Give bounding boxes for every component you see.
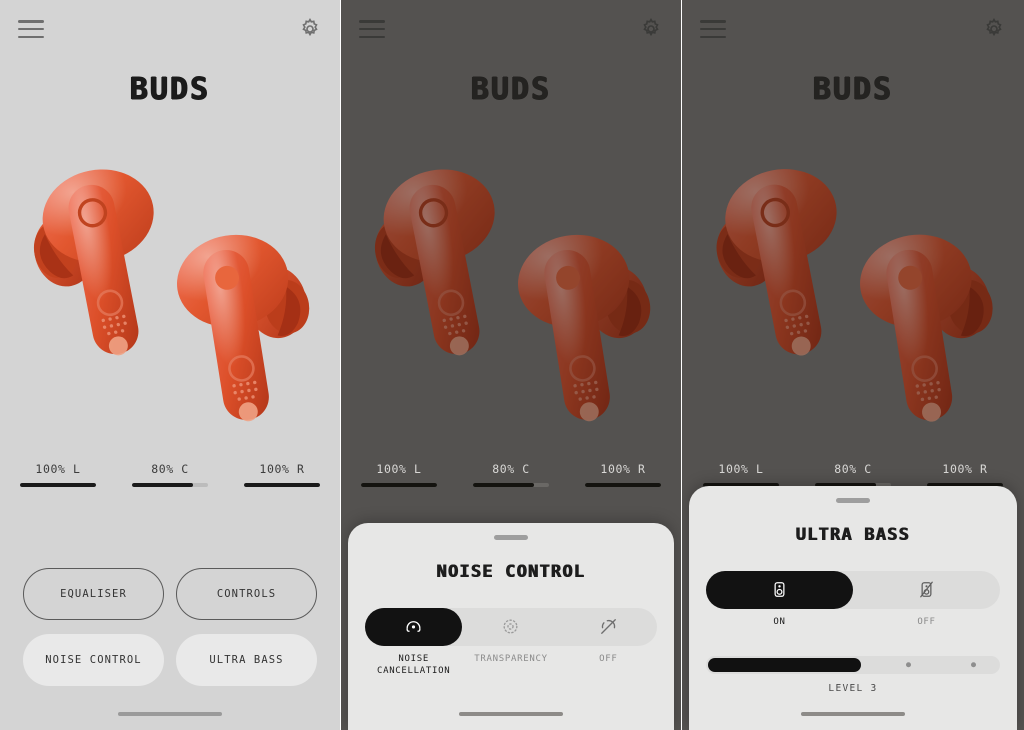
top-bar: [682, 0, 1024, 58]
phone-panel-home: BUDS 100% L 80% C 100% R EQUALISER CONTR…: [0, 0, 341, 730]
earbuds-product-image: [682, 138, 1024, 448]
battery-right-track: [244, 483, 320, 487]
bass-level-label: LEVEL 3: [828, 682, 878, 694]
battery-right-track: [585, 483, 661, 487]
battery-case-track: [473, 483, 549, 487]
battery-right: 100% R: [585, 462, 661, 487]
battery-case: 80% C: [815, 462, 891, 487]
top-bar: [341, 0, 681, 58]
noise-off-icon: [599, 617, 618, 636]
battery-case-fill: [132, 483, 193, 487]
noise-cancellation-icon: [404, 617, 423, 636]
page-title: BUDS: [812, 72, 894, 107]
battery-case-label: 80% C: [834, 462, 872, 476]
ultra-bass-sheet: ULTRA BASS ON OFF LEVEL 3: [689, 486, 1017, 730]
home-indicator: [801, 712, 905, 716]
page-title: BUDS: [470, 72, 552, 107]
ultra-bass-toggle: [706, 570, 1000, 609]
speaker-icon: [770, 580, 789, 599]
battery-right-fill: [244, 483, 320, 487]
battery-case: 80% C: [132, 462, 208, 487]
bass-level-fill: [708, 657, 861, 672]
noise-off-label: OFF: [599, 653, 618, 664]
battery-left-label: 100% L: [35, 462, 81, 476]
top-bar: [0, 0, 340, 58]
earbuds-product-image: [341, 138, 681, 448]
gear-icon[interactable]: [298, 17, 322, 41]
transparency-option[interactable]: [462, 608, 559, 646]
action-buttons: EQUALISER CONTROLS NOISE CONTROL ULTRA B…: [18, 568, 322, 686]
battery-right-label: 100% R: [942, 462, 988, 476]
page-title: BUDS: [129, 72, 211, 107]
home-indicator: [118, 712, 222, 716]
controls-button[interactable]: CONTROLS: [176, 568, 317, 620]
battery-right-fill: [585, 483, 661, 487]
battery-left: 100% L: [361, 462, 437, 487]
earbuds-product-image: [0, 138, 340, 448]
battery-left: 100% L: [20, 462, 96, 487]
noise-mode-segmented-control: [365, 607, 657, 646]
battery-left-fill: [20, 483, 96, 487]
screenshot-panels: BUDS 100% L 80% C 100% R EQUALISER CONTR…: [0, 0, 1024, 730]
gear-icon[interactable]: [639, 17, 663, 41]
noise-control-sheet: NOISE CONTROL NOISE CANCELLATION TRANSPA…: [348, 523, 674, 730]
battery-case-fill: [473, 483, 534, 487]
sheet-title: NOISE CONTROL: [436, 561, 586, 582]
hamburger-menu-icon[interactable]: [18, 20, 44, 38]
ultra-bass-button[interactable]: ULTRA BASS: [176, 634, 317, 686]
battery-left-track: [361, 483, 437, 487]
ultra-bass-toggle-labels: ON OFF: [706, 616, 1000, 628]
ultra-bass-on-option[interactable]: [706, 570, 853, 609]
battery-indicators: 100% L 80% C 100% R: [341, 462, 681, 487]
phone-panel-noise-control: BUDS 100% L 80% C 100% R NOISE CONTROL N…: [341, 0, 682, 730]
equaliser-button[interactable]: EQUALISER: [23, 568, 164, 620]
noise-off-option[interactable]: [560, 608, 657, 646]
battery-right-label: 100% R: [600, 462, 646, 476]
battery-case: 80% C: [473, 462, 549, 487]
noise-cancellation-option[interactable]: [365, 607, 463, 646]
hamburger-menu-icon[interactable]: [359, 20, 385, 38]
battery-left-track: [20, 483, 96, 487]
bass-level-slider-wrap: LEVEL 3: [706, 655, 1000, 694]
battery-case-label: 80% C: [492, 462, 530, 476]
ultra-bass-off-option[interactable]: [853, 571, 1000, 609]
speaker-muted-icon: [917, 580, 936, 599]
battery-right-label: 100% R: [259, 462, 305, 476]
phone-panel-ultra-bass: BUDS 100% L 80% C 100% R ULTRA BASS ON O…: [682, 0, 1024, 730]
transparency-icon: [501, 617, 520, 636]
battery-indicators: 100% L 80% C 100% R: [682, 462, 1024, 487]
battery-left-label: 100% L: [718, 462, 764, 476]
battery-right: 100% R: [244, 462, 320, 487]
sheet-drag-handle[interactable]: [494, 535, 528, 540]
home-indicator: [459, 712, 563, 716]
ultra-bass-on-label: ON: [773, 616, 786, 627]
battery-indicators: 100% L 80% C 100% R: [0, 462, 340, 487]
battery-right: 100% R: [927, 462, 1003, 487]
battery-left-label: 100% L: [376, 462, 422, 476]
noise-cancellation-label: NOISE CANCELLATION: [376, 653, 451, 676]
ultra-bass-off-label: OFF: [917, 616, 936, 627]
bass-level-step-dot: [905, 661, 912, 668]
sheet-drag-handle[interactable]: [836, 498, 870, 503]
battery-left: 100% L: [703, 462, 779, 487]
sheet-title: ULTRA BASS: [795, 524, 911, 545]
battery-case-label: 80% C: [151, 462, 189, 476]
noise-control-button[interactable]: NOISE CONTROL: [23, 634, 164, 686]
transparency-label: TRANSPARENCY: [474, 653, 548, 664]
bass-level-step-dot: [970, 661, 977, 668]
battery-case-track: [132, 483, 208, 487]
noise-mode-labels: NOISE CANCELLATION TRANSPARENCY OFF: [365, 653, 657, 677]
hamburger-menu-icon[interactable]: [700, 20, 726, 38]
gear-icon[interactable]: [982, 17, 1006, 41]
bass-level-slider[interactable]: [706, 655, 1000, 674]
battery-left-fill: [361, 483, 437, 487]
